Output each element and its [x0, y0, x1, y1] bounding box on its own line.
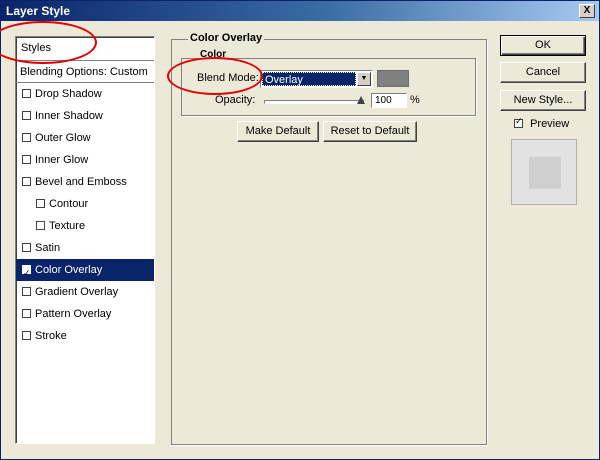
style-item-satin[interactable]: Satin — [16, 237, 154, 259]
reset-to-default-button[interactable]: Reset to Default — [323, 121, 417, 142]
styles-list: Styles Blending Options: Custom Drop Sha… — [15, 36, 155, 444]
opacity-slider[interactable] — [264, 100, 365, 104]
style-item-pattern-overlay[interactable]: Pattern Overlay — [16, 303, 154, 325]
style-item-label: Gradient Overlay — [35, 286, 119, 298]
checkbox-icon[interactable] — [22, 286, 31, 296]
checkbox-icon[interactable] — [22, 308, 31, 318]
style-item-inner-shadow[interactable]: Inner Shadow — [16, 105, 154, 127]
new-style-button[interactable]: New Style... — [500, 90, 586, 111]
layer-style-dialog: Layer Style X Styles Blending Options: C… — [0, 0, 600, 460]
style-item-bevel-and-emboss[interactable]: Bevel and Emboss — [16, 171, 154, 193]
preview-label: Preview — [530, 118, 570, 130]
checkbox-icon[interactable] — [36, 198, 45, 208]
preview-swatch — [529, 157, 561, 189]
opacity-label: Opacity: — [215, 94, 256, 106]
style-item-label: Outer Glow — [35, 132, 91, 144]
title-bar[interactable]: Layer Style X — [1, 1, 599, 21]
style-item-stroke[interactable]: Stroke — [16, 325, 154, 347]
checkbox-icon[interactable] — [22, 154, 31, 164]
close-button[interactable]: X — [579, 4, 595, 18]
checkbox-icon[interactable] — [22, 262, 31, 284]
style-item-contour[interactable]: Contour — [16, 193, 154, 215]
opacity-unit: % — [410, 94, 420, 106]
make-default-button[interactable]: Make Default — [237, 121, 319, 142]
blend-mode-value: Overlay — [262, 72, 356, 86]
blending-options-item[interactable]: Blending Options: Custom — [16, 61, 154, 83]
style-item-label: Contour — [49, 198, 89, 210]
opacity-slider-thumb[interactable] — [357, 96, 365, 104]
style-item-label: Stroke — [35, 330, 67, 342]
close-icon: X — [583, 5, 591, 16]
checkbox-icon[interactable] — [22, 88, 31, 98]
overlay-color-swatch[interactable] — [377, 70, 409, 87]
opacity-input[interactable]: 100 — [371, 93, 407, 108]
checkbox-icon[interactable] — [22, 132, 31, 142]
dialog-title: Layer Style — [6, 4, 71, 18]
style-item-label: Color Overlay — [35, 264, 103, 276]
blend-mode-select[interactable]: Overlay ▼ — [260, 70, 373, 88]
style-preview-thumbnail — [511, 139, 577, 205]
style-item-label: Inner Shadow — [35, 110, 103, 122]
style-item-inner-glow[interactable]: Inner Glow — [16, 149, 154, 171]
red-annotation-circle-blend-mode — [167, 57, 263, 95]
style-item-label: Drop Shadow — [35, 88, 102, 100]
style-item-drop-shadow[interactable]: Drop Shadow — [16, 83, 154, 105]
checkbox-icon[interactable] — [22, 242, 31, 252]
checkbox-icon[interactable] — [36, 220, 45, 230]
style-item-outer-glow[interactable]: Outer Glow — [16, 127, 154, 149]
style-item-label: Pattern Overlay — [35, 308, 112, 320]
checkbox-icon[interactable] — [514, 116, 523, 128]
checkbox-icon[interactable] — [22, 176, 31, 186]
style-item-gradient-overlay[interactable]: Gradient Overlay — [16, 281, 154, 303]
style-item-label: Bevel and Emboss — [35, 176, 127, 188]
ok-button[interactable]: OK — [500, 35, 586, 56]
style-item-label: Inner Glow — [35, 154, 89, 166]
style-items: Drop Shadow Inner Shadow Outer Glow Inner G… — [16, 83, 154, 347]
style-item-texture[interactable]: Texture — [16, 215, 154, 237]
color-overlay-title: Color Overlay — [188, 32, 265, 44]
preview-checkbox[interactable]: Preview — [514, 116, 570, 130]
style-item-label: Satin — [35, 242, 61, 254]
cancel-button[interactable]: Cancel — [500, 62, 586, 83]
chevron-down-icon[interactable]: ▼ — [357, 72, 371, 86]
style-item-label: Texture — [49, 220, 86, 232]
checkbox-icon[interactable] — [22, 330, 31, 340]
checkbox-icon[interactable] — [22, 110, 31, 120]
style-item-color-overlay[interactable]: Color Overlay — [16, 259, 154, 284]
